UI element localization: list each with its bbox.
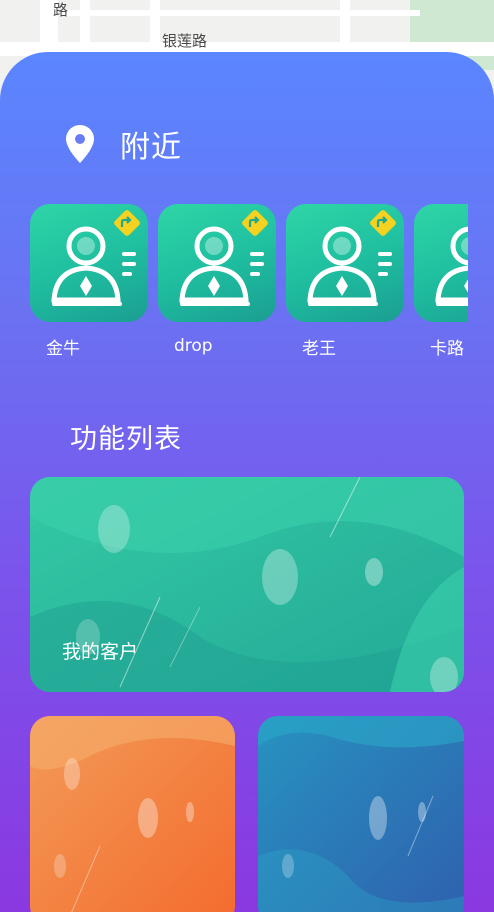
user-name: 金牛 xyxy=(46,339,80,359)
user-name: 老王 xyxy=(302,339,336,359)
feature-card-blue[interactable] xyxy=(258,716,464,912)
nearby-user-card[interactable]: 老王 xyxy=(286,204,404,359)
nearby-title: 附近 xyxy=(120,130,182,165)
navigate-badge-icon xyxy=(114,210,140,236)
feature-card-orange[interactable] xyxy=(30,716,235,912)
user-avatar[interactable] xyxy=(30,204,148,322)
user-name: drop xyxy=(174,336,213,356)
map-road-label-vertical: 路 xyxy=(51,2,69,17)
my-customers-card[interactable]: 我的客户 xyxy=(30,477,464,692)
navigate-badge-icon xyxy=(370,210,396,236)
bottom-sheet-panel: 附近 金牛 drop 老王 卡路 功能列表 我的客户 xyxy=(0,52,494,912)
nearby-header: 附近 xyxy=(66,122,182,166)
location-pin-icon xyxy=(66,125,94,163)
map-road-label: 银莲路 xyxy=(162,32,208,50)
navigate-badge-icon xyxy=(242,210,268,236)
card-background-art xyxy=(30,716,235,912)
user-avatar[interactable] xyxy=(158,204,276,322)
nearby-user-list[interactable]: 金牛 drop 老王 卡路 xyxy=(30,204,468,364)
map-road xyxy=(60,10,420,16)
nearby-user-card[interactable]: 金牛 xyxy=(30,204,148,359)
nearby-user-card[interactable]: drop xyxy=(158,204,276,356)
card-background-art xyxy=(258,716,464,912)
user-avatar[interactable] xyxy=(286,204,404,322)
my-customers-label: 我的客户 xyxy=(62,641,139,663)
map-road xyxy=(150,0,160,42)
user-name: 卡路 xyxy=(430,339,464,359)
person-avatar-icon xyxy=(435,226,468,306)
map-road xyxy=(340,0,350,42)
nearby-user-card[interactable]: 卡路 xyxy=(414,204,468,359)
map-road xyxy=(80,0,90,42)
feature-list-title: 功能列表 xyxy=(70,424,182,455)
user-avatar[interactable] xyxy=(414,204,468,322)
